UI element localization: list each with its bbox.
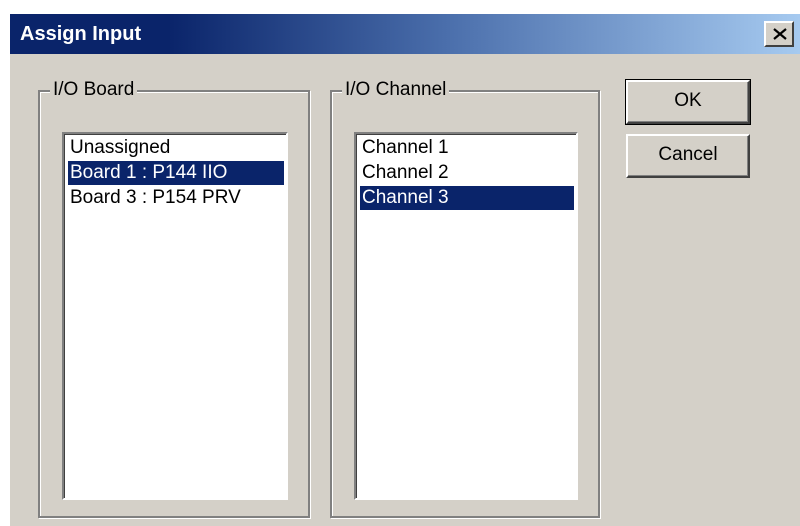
channel-item-1[interactable]: Channel 1 xyxy=(360,136,574,160)
board-item-board-3[interactable]: Board 3 : P154 PRV xyxy=(68,186,284,210)
board-item-unassigned[interactable]: Unassigned xyxy=(68,136,284,160)
channel-item-3[interactable]: Channel 3 xyxy=(360,186,574,210)
io-board-list[interactable]: Unassigned Board 1 : P144 IIO Board 3 : … xyxy=(62,132,288,500)
ok-button[interactable]: OK xyxy=(625,79,751,125)
io-channel-list[interactable]: Channel 1 Channel 2 Channel 3 xyxy=(354,132,578,500)
dialog-title: Assign Input xyxy=(20,23,142,45)
io-board-group: I/O Board Unassigned Board 1 : P144 IIO … xyxy=(38,78,310,518)
io-board-label: I/O Board xyxy=(50,78,138,102)
cancel-button[interactable]: Cancel xyxy=(626,134,750,178)
io-channel-group: I/O Channel Channel 1 Channel 2 Channel … xyxy=(330,78,600,518)
title-bar[interactable]: Assign Input xyxy=(10,14,800,54)
close-icon xyxy=(773,28,787,40)
io-channel-label: I/O Channel xyxy=(342,78,450,102)
channel-item-2[interactable]: Channel 2 xyxy=(360,161,574,185)
assign-input-dialog: Assign Input I/O Board Unassigned Board … xyxy=(8,12,800,526)
board-item-board-1[interactable]: Board 1 : P144 IIO xyxy=(68,161,284,185)
close-button[interactable] xyxy=(764,21,794,47)
